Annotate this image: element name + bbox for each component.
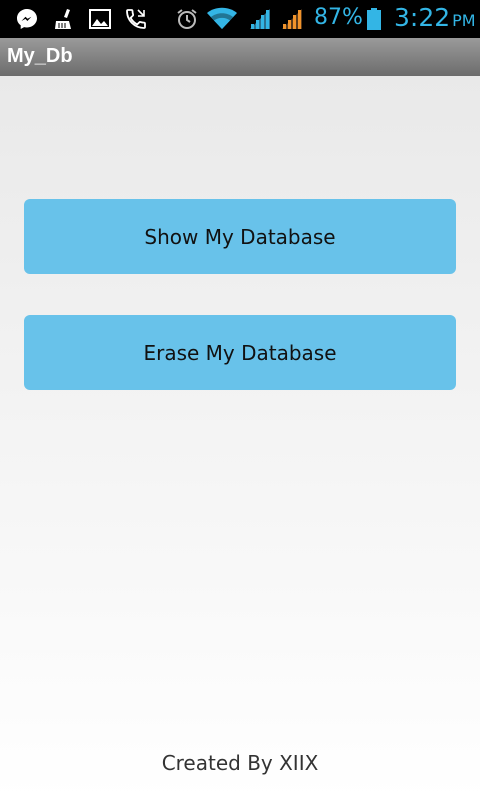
clock: 3:22 PM bbox=[394, 3, 476, 32]
cleaner-icon bbox=[55, 9, 71, 29]
battery-icon bbox=[367, 8, 381, 30]
gallery-icon bbox=[89, 9, 111, 29]
show-database-button[interactable]: Show My Database bbox=[24, 199, 456, 274]
battery-percent: 87% bbox=[314, 5, 363, 30]
wifi-icon bbox=[207, 7, 237, 29]
footer-credit: Created By XIIX bbox=[161, 751, 319, 775]
clock-time: 3:22 bbox=[394, 3, 451, 32]
call-icon bbox=[126, 9, 146, 29]
app-screen: 87% 3:22 PM My_Db Show My Database Erase … bbox=[0, 0, 480, 800]
signal-2-icon bbox=[282, 9, 302, 29]
messenger-icon bbox=[17, 9, 37, 29]
status-bar: 87% 3:22 PM bbox=[0, 0, 480, 38]
app-title-bar: My_Db bbox=[0, 38, 480, 76]
signal-1-icon bbox=[250, 9, 270, 29]
alarm-icon bbox=[177, 9, 197, 29]
erase-database-button[interactable]: Erase My Database bbox=[24, 315, 456, 390]
clock-ampm: PM bbox=[452, 11, 476, 30]
main-content: Show My Database Erase My Database Creat… bbox=[0, 76, 480, 800]
app-title: My_Db bbox=[7, 45, 73, 67]
